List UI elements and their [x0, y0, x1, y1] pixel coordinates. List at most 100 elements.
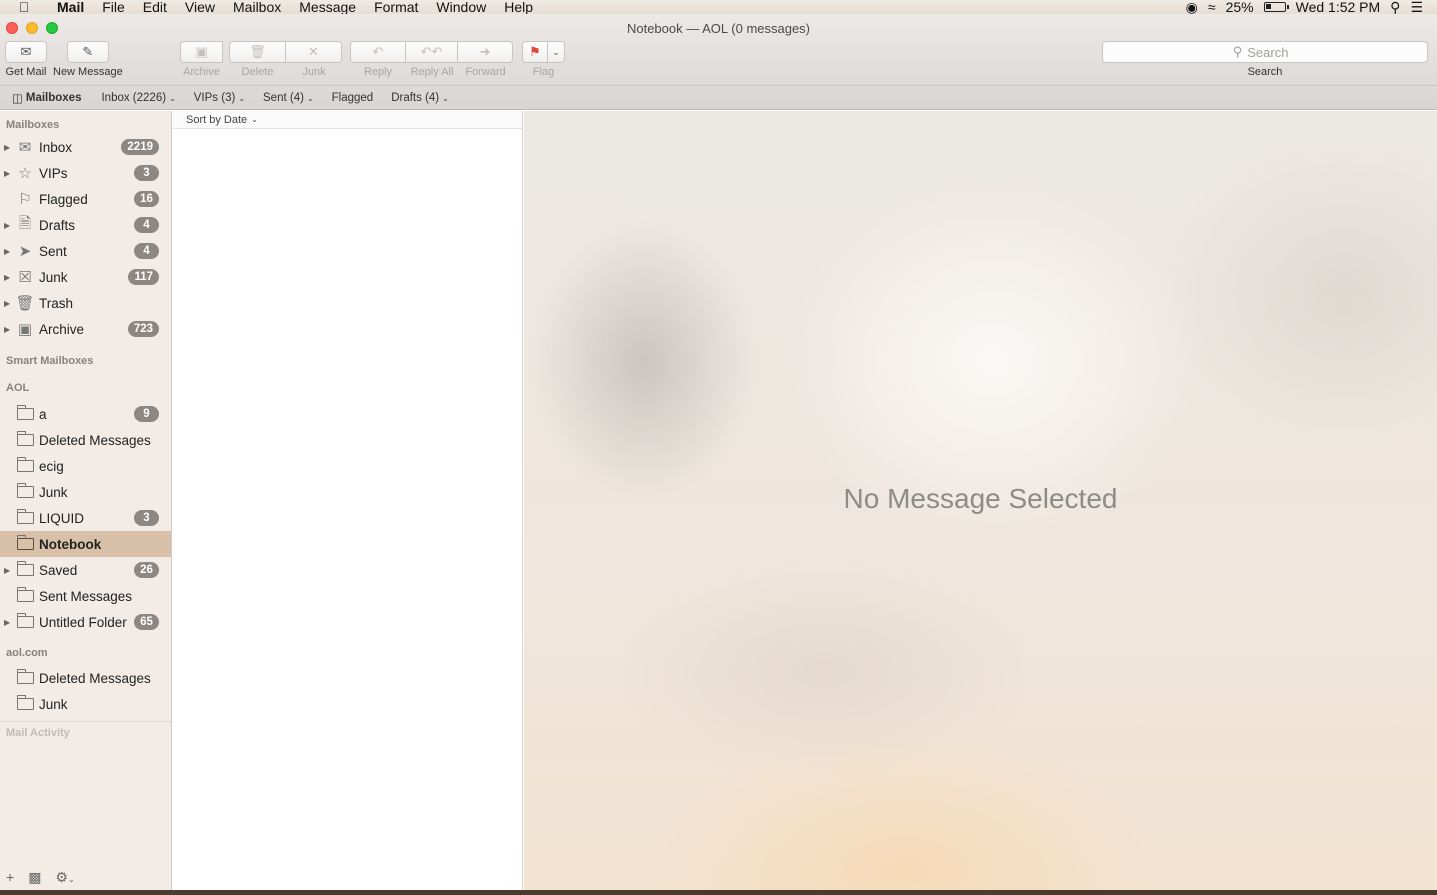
sidebar-item-label: Saved	[39, 562, 78, 578]
unread-badge: 3	[134, 510, 159, 526]
compose-icon[interactable]: ✎	[66, 41, 109, 63]
forward-button[interactable]: ➜ Forward	[458, 41, 513, 78]
sidebar-item-aol-sent-messages[interactable]: Sent Messages	[0, 583, 171, 609]
delete-button[interactable]: 🗑 Delete	[223, 41, 286, 78]
unread-badge: 4	[134, 243, 159, 259]
flag-icon[interactable]: ⚑	[522, 41, 548, 63]
fav-flagged[interactable]: Flagged	[323, 92, 383, 104]
disclosure-triangle-icon[interactable]: ▶	[4, 273, 10, 282]
sidebar-footer: + ▩ ⚙⌄	[0, 864, 171, 890]
chevron-down-icon: ⌄	[306, 93, 314, 103]
menu-format[interactable]: Format	[365, 0, 427, 14]
thumbs-down-icon[interactable]: ✕	[286, 41, 342, 63]
title-toolbar: Notebook — AOL (0 messages) ✉ Get Mail ✎…	[0, 14, 1437, 110]
gear-icon[interactable]: ⚙⌄	[55, 869, 74, 886]
sidebar-item-flagged[interactable]: ⚐ Flagged 16	[0, 186, 171, 212]
fav-vips[interactable]: VIPs (3) ⌄	[185, 92, 254, 104]
sidebar-item-aol-untitled-folder[interactable]: ▶ Untitled Folder 65	[0, 609, 171, 635]
archive-button[interactable]: ▣ Archive	[180, 41, 223, 78]
sidebar-item-label: VIPs	[39, 165, 68, 181]
notification-center-icon[interactable]: ☰	[1410, 0, 1423, 14]
sidebar-item-aol-a[interactable]: a 9	[0, 401, 171, 427]
desktop-background	[0, 890, 1437, 895]
sidebar-item-junk[interactable]: ▶ ☒ Junk 117	[0, 264, 171, 290]
mailboxes-section-header[interactable]: Mailboxes	[0, 116, 171, 134]
folder-icon	[15, 508, 35, 528]
fav-inbox[interactable]: Inbox (2226) ⌄	[92, 92, 184, 104]
sidebar-item-vips[interactable]: ▶ ☆ VIPs 3	[0, 160, 171, 186]
folder-icon	[15, 430, 35, 450]
fav-sent[interactable]: Sent (4) ⌄	[254, 92, 323, 104]
chevron-down-icon: ⌄	[442, 93, 449, 103]
sidebar-item-aol-saved[interactable]: ▶ Saved 26	[0, 557, 171, 583]
menu-app-mail[interactable]: Mail	[48, 0, 93, 14]
spotlight-search-icon[interactable]: ⚲	[1390, 0, 1400, 14]
disclosure-triangle-icon[interactable]: ▶	[4, 143, 10, 152]
search-field[interactable]: ⚲	[1102, 41, 1428, 63]
sidebar-item-archive[interactable]: ▶ ▣ Archive 723	[0, 316, 171, 342]
sidebar-item-aol-notebook[interactable]: Notebook	[0, 531, 171, 557]
disclosure-triangle-icon[interactable]: ▶	[4, 169, 10, 178]
inbox-icon: ✉	[18, 139, 32, 156]
sidebar-item-aolcom-junk[interactable]: Junk	[0, 691, 171, 717]
reply-arrow-icon[interactable]: ↶	[350, 41, 406, 63]
clock[interactable]: Wed 1:52 PM	[1296, 0, 1381, 14]
disclosure-triangle-icon[interactable]: ▶	[4, 325, 10, 334]
menu-edit[interactable]: Edit	[134, 0, 176, 14]
sidebar-toggle-icon: ◫	[12, 93, 23, 105]
disclosure-triangle-icon[interactable]: ▶	[4, 221, 10, 230]
trash-icon[interactable]: 🗑	[229, 41, 286, 63]
menu-file[interactable]: File	[93, 0, 134, 14]
menu-window[interactable]: Window	[427, 0, 495, 14]
forward-arrow-icon[interactable]: ➜	[458, 41, 513, 63]
new-message-button[interactable]: ✎ New Message	[53, 41, 123, 78]
junk-button[interactable]: ✕ Junk	[286, 41, 342, 78]
sidebar-item-label: ecig	[39, 458, 64, 474]
chevron-down-icon[interactable]: ⌄	[548, 41, 565, 63]
unread-badge: 4	[134, 217, 159, 233]
archive-box-icon[interactable]: ▣	[180, 41, 223, 63]
envelope-icon[interactable]: ✉	[5, 41, 47, 63]
reply-button[interactable]: ↶ Reply	[350, 41, 406, 78]
reply-all-button[interactable]: ↶↶ Reply All	[406, 41, 458, 78]
folder-icon	[15, 586, 35, 606]
show-hide-activity-icon[interactable]: ▩	[28, 869, 41, 886]
search-input[interactable]	[1247, 44, 1298, 60]
fav-drafts[interactable]: Drafts (4) ⌄	[382, 92, 458, 104]
disclosure-triangle-icon[interactable]: ▶	[4, 247, 10, 256]
unread-badge: 16	[134, 191, 159, 207]
aol-section-header[interactable]: AOL	[0, 375, 171, 401]
mailboxes-toggle-button[interactable]: ◫ Mailboxes	[0, 91, 92, 105]
disclosure-triangle-icon[interactable]: ▶	[4, 566, 10, 575]
sidebar-item-aolcom-deleted-messages[interactable]: Deleted Messages	[0, 665, 171, 691]
battery-percent[interactable]: 25%	[1226, 0, 1254, 14]
menu-view[interactable]: View	[176, 0, 224, 14]
sidebar-item-inbox[interactable]: ▶ ✉ Inbox 2219	[0, 134, 171, 160]
disclosure-triangle-icon[interactable]: ▶	[4, 299, 10, 308]
sidebar-item-drafts[interactable]: ▶ 🗎 Drafts 4	[0, 212, 171, 238]
get-mail-button[interactable]: ✉ Get Mail	[5, 41, 47, 78]
menu-help[interactable]: Help	[495, 0, 542, 14]
sort-menu[interactable]: Sort by Date ⌄	[173, 111, 522, 129]
reply-all-arrow-icon[interactable]: ↶↶	[406, 41, 458, 63]
sidebar-item-sent[interactable]: ▶ ➤ Sent 4	[0, 238, 171, 264]
smart-mailboxes-section-header[interactable]: Smart Mailboxes	[0, 347, 171, 375]
add-mailbox-icon[interactable]: +	[6, 869, 14, 885]
sidebar-item-aol-liquid[interactable]: LIQUID 3	[0, 505, 171, 531]
sidebar-item-aol-ecig[interactable]: ecig	[0, 453, 171, 479]
wifi-icon[interactable]: ≈	[1208, 0, 1216, 14]
aolcom-section-header[interactable]: aol.com	[0, 641, 171, 665]
menu-message[interactable]: Message	[290, 0, 365, 14]
disclosure-triangle-icon[interactable]: ▶	[4, 618, 10, 627]
sidebar-item-aol-junk[interactable]: Junk	[0, 479, 171, 505]
flag-button[interactable]: ⚑ ⌄ Flag	[522, 41, 565, 78]
mail-activity-header[interactable]: Mail Activity	[0, 722, 171, 744]
menu-mailbox[interactable]: Mailbox	[224, 0, 290, 14]
sidebar-item-trash[interactable]: ▶ 🗑 Trash	[0, 290, 171, 316]
apple-menu-icon[interactable]: 	[0, 0, 48, 14]
sidebar-item-aol-deleted-messages[interactable]: Deleted Messages	[0, 427, 171, 453]
folder-icon	[15, 694, 35, 714]
battery-icon[interactable]	[1263, 2, 1289, 12]
window-title: Notebook — AOL (0 messages)	[626, 21, 811, 36]
shield-status-icon[interactable]: ◉	[1186, 0, 1198, 14]
